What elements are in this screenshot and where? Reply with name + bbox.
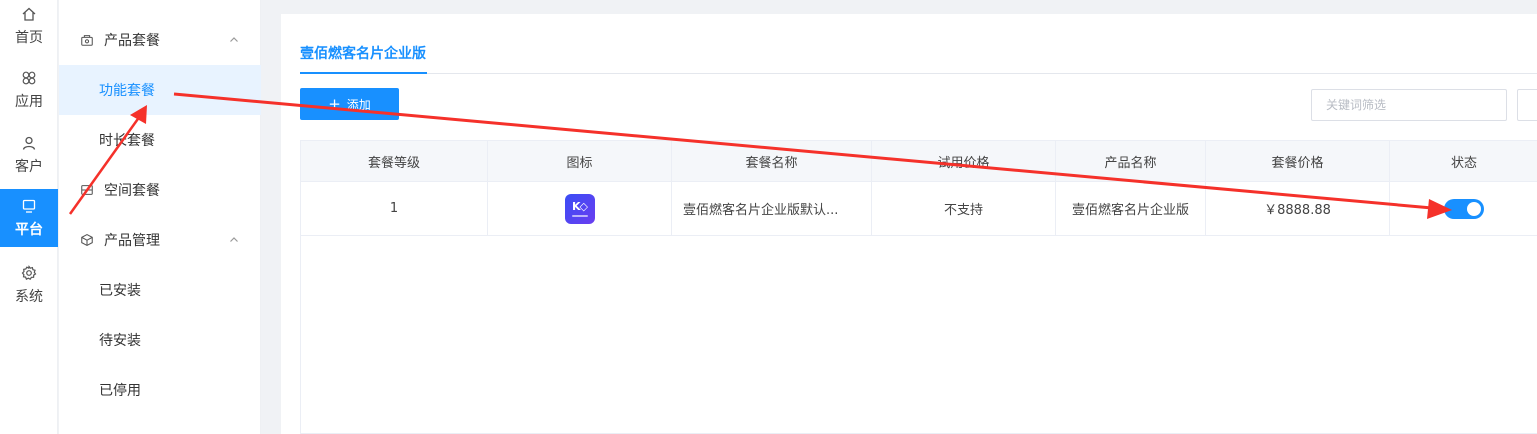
- secondary-nav-menu: 产品套餐 功能套餐 时长套餐 空间套餐 产品管理 已安装 待安装 已停用: [59, 0, 261, 434]
- menu-item-label: 已停用: [99, 383, 141, 399]
- menu-item-label: 时长套餐: [99, 133, 155, 149]
- column-header-package-name: 套餐名称: [672, 141, 872, 181]
- monitor-icon: [20, 197, 38, 215]
- column-header-icon: 图标: [488, 141, 672, 181]
- menu-group-product-packages[interactable]: 产品套餐: [59, 15, 261, 65]
- menu-item-label: 功能套餐: [99, 83, 155, 99]
- rail-item-label: 平台: [15, 222, 43, 238]
- chevron-up-icon: [229, 233, 239, 243]
- primary-nav-rail: 首页 应用 客户 平台 系统: [0, 0, 58, 434]
- rail-item-platform[interactable]: 平台: [0, 189, 58, 247]
- rail-item-label: 首页: [15, 30, 43, 46]
- status-toggle[interactable]: [1444, 198, 1484, 219]
- cube-icon: [80, 232, 96, 248]
- menu-group-product-management[interactable]: 产品管理: [59, 215, 261, 265]
- cell-package-name: 壹佰燃客名片企业版默认...: [672, 182, 872, 235]
- table-row: 1 K◇ 壹佰燃客名片企业版默认... 不支持 壹佰燃客名片企业版 ￥8888.…: [301, 182, 1537, 236]
- cell-price: ￥8888.88: [1206, 182, 1390, 235]
- app-logo-icon: K◇: [564, 193, 595, 224]
- plus-icon: +: [328, 94, 341, 113]
- menu-item-label: 待安装: [99, 333, 141, 349]
- menu-item-storage-packages[interactable]: 空间套餐: [59, 165, 261, 215]
- rail-item-system[interactable]: 系统: [0, 257, 58, 313]
- column-header-price: 套餐价格: [1206, 141, 1390, 181]
- column-header-trial-price: 试用价格: [872, 141, 1056, 181]
- menu-item-feature-packages[interactable]: 功能套餐: [59, 65, 261, 115]
- menu-item-disabled[interactable]: 已停用: [59, 365, 261, 415]
- cell-trial-price: 不支持: [872, 182, 1056, 235]
- tab-label: 壹佰燃客名片企业版: [300, 46, 426, 62]
- home-icon: [20, 5, 38, 23]
- package-table: 套餐等级 图标 套餐名称 试用价格 产品名称 套餐价格 状态 1 K◇ 壹佰燃客…: [300, 140, 1537, 434]
- column-header-level: 套餐等级: [301, 141, 488, 181]
- package-icon: [80, 32, 96, 48]
- chevron-up-icon: [229, 33, 239, 43]
- rail-item-label: 应用: [15, 94, 43, 110]
- menu-group-label: 产品套餐: [104, 33, 160, 49]
- rail-item-apps[interactable]: 应用: [0, 62, 58, 118]
- keyword-filter-input[interactable]: [1311, 89, 1507, 121]
- gear-icon: [20, 264, 38, 282]
- add-button-label: 添加: [346, 97, 371, 112]
- cell-level: 1: [301, 182, 488, 235]
- toggle-knob: [1467, 201, 1481, 216]
- menu-item-pending-install[interactable]: 待安装: [59, 315, 261, 365]
- rail-item-home[interactable]: 首页: [0, 0, 58, 54]
- cell-product-name: 壹佰燃客名片企业版: [1056, 182, 1206, 235]
- menu-item-duration-packages[interactable]: 时长套餐: [59, 115, 261, 165]
- apps-icon: [20, 69, 38, 87]
- menu-group-label: 产品管理: [104, 233, 160, 249]
- column-header-status: 状态: [1450, 155, 1477, 171]
- add-button[interactable]: + 添加: [300, 88, 399, 120]
- tab-product-enterprise[interactable]: 壹佰燃客名片企业版: [300, 42, 426, 74]
- menu-item-label: 已安装: [99, 283, 141, 299]
- cell-status: [1390, 182, 1537, 235]
- menu-item-label: 空间套餐: [104, 183, 160, 199]
- filter-select[interactable]: [1517, 89, 1537, 121]
- tab-bar: 壹佰燃客名片企业版: [300, 42, 1537, 74]
- rail-item-customers[interactable]: 客户: [0, 127, 58, 183]
- storage-icon: [80, 182, 96, 198]
- rail-item-label: 系统: [15, 289, 43, 305]
- user-icon: [20, 134, 38, 152]
- content-panel: 壹佰燃客名片企业版 + 添加 套餐等级 图标 套餐名称 试用价格 产品名称 套餐…: [281, 14, 1537, 434]
- active-tab-indicator: [300, 72, 427, 74]
- menu-item-installed[interactable]: 已安装: [59, 265, 261, 315]
- rail-item-label: 客户: [15, 159, 43, 175]
- cell-icon: K◇: [488, 182, 672, 235]
- column-header-product-name: 产品名称: [1056, 141, 1206, 181]
- table-header: 套餐等级 图标 套餐名称 试用价格 产品名称 套餐价格 状态: [301, 141, 1537, 182]
